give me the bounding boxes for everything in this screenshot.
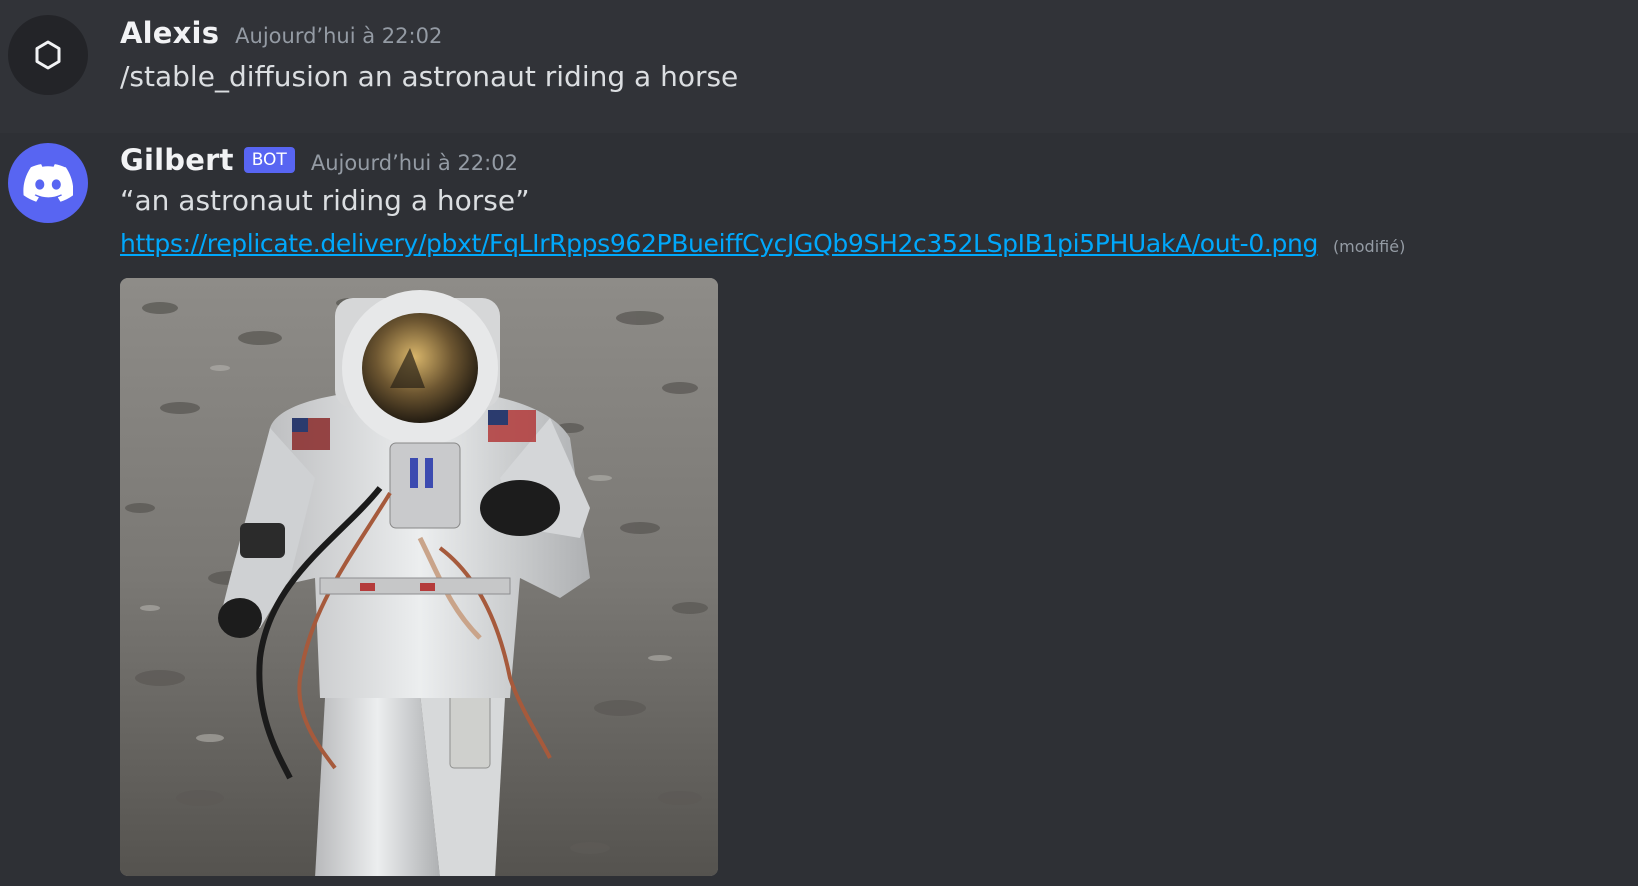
- generated-image[interactable]: [120, 278, 718, 876]
- avatar-alexis[interactable]: [8, 15, 88, 95]
- image-url-link[interactable]: https://replicate.delivery/pbxt/FqLIrRpp…: [120, 229, 1318, 258]
- message-text: “an astronaut riding a horse”: [120, 184, 530, 217]
- message-text: /stable_diffusion an astronaut riding a …: [120, 60, 739, 93]
- message-link-line: https://replicate.delivery/pbxt/FqLIrRpp…: [120, 226, 1405, 259]
- timestamp: Aujourd’hui à 22:02: [310, 151, 518, 175]
- message-gilbert: Gilbert BOT Aujourd’hui à 22:02 “an astr…: [0, 133, 1638, 886]
- username[interactable]: Alexis: [120, 16, 219, 50]
- hexagon-outline-icon: [35, 40, 61, 70]
- chat-message-list: Alexis Aujourd’hui à 22:02 /stable_diffu…: [0, 0, 1638, 886]
- bot-badge: BOT: [243, 147, 295, 173]
- message-alexis: Alexis Aujourd’hui à 22:02 /stable_diffu…: [0, 0, 1638, 128]
- edited-label: (modifié): [1332, 237, 1406, 256]
- username[interactable]: Gilbert: [120, 143, 234, 177]
- avatar-gilbert[interactable]: [8, 143, 88, 223]
- message-header: Gilbert BOT Aujourd’hui à 22:02: [120, 143, 518, 178]
- message-header: Alexis Aujourd’hui à 22:02: [120, 16, 442, 50]
- timestamp: Aujourd’hui à 22:02: [235, 24, 443, 48]
- discord-logo-icon: [23, 164, 73, 202]
